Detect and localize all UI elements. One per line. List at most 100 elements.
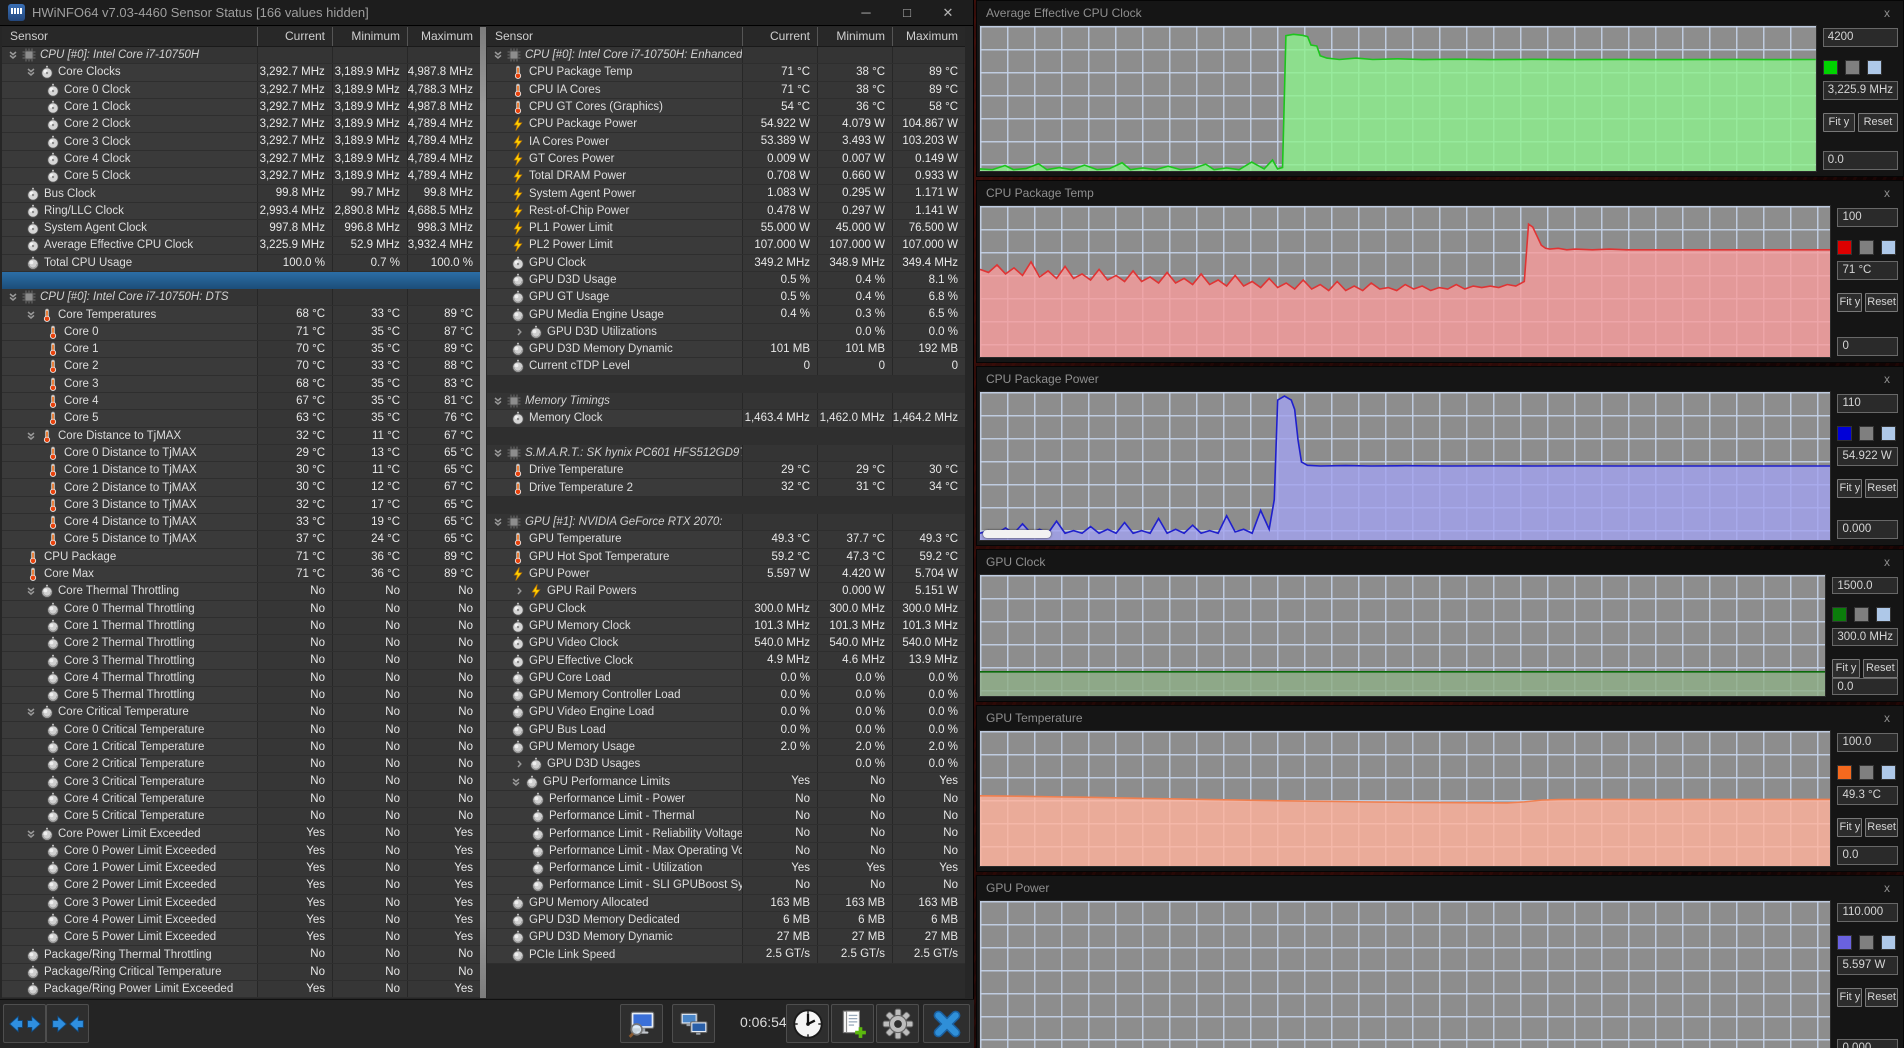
background-color-swatch[interactable]: [1844, 60, 1860, 75]
graph-titlebar[interactable]: Average Effective CPU Clock x: [977, 1, 1903, 25]
sensor-row[interactable]: Core 5 Thermal Throttling No No No: [2, 686, 480, 705]
close-sensors-button[interactable]: [923, 1004, 970, 1043]
fit-y-button[interactable]: Fit y: [1832, 658, 1860, 678]
y-max-box[interactable]: 100.0: [1837, 733, 1898, 752]
sensor-row[interactable]: Core 4 Clock 3,292.7 MHz 3,189.9 MHz 4,789.…: [2, 150, 480, 169]
sensor-row[interactable]: GPU Memory Controller Load 0.0 % 0.0 % 0.0 …: [487, 686, 965, 705]
graph-close-icon[interactable]: x: [1880, 372, 1894, 386]
sensor-row[interactable]: Core 2 70 °C 33 °C 88 °C: [2, 358, 480, 376]
graph-titlebar[interactable]: GPU Power x: [977, 876, 1903, 900]
graph-close-icon[interactable]: x: [1880, 186, 1894, 200]
sensor-row[interactable]: Performance Limit - Max Operating Vol...…: [487, 842, 965, 860]
sensor-row[interactable]: Core 4 Critical Temperature No No No: [2, 790, 480, 809]
sensor-row[interactable]: GPU Rail Powers 0.000 W 5.151 W: [487, 583, 965, 601]
sensor-row[interactable]: Total CPU Usage 100.0 % 0.7 % 100.0 %: [2, 254, 480, 272]
y-min-box[interactable]: 0.0: [1822, 151, 1898, 170]
grid-color-swatch[interactable]: [1881, 240, 1897, 255]
sensor-row[interactable]: Core 4 Power Limit Exceeded Yes No Yes: [2, 911, 480, 930]
sensor-row[interactable]: GPU D3D Usage 0.5 % 0.4 % 8.1 %: [487, 271, 965, 290]
sensor-row[interactable]: Performance Limit - Power No No No: [487, 790, 965, 809]
sensor-row[interactable]: GPU Video Engine Load 0.0 % 0.0 % 0.0 %: [487, 704, 965, 722]
sensor-row[interactable]: GPU GT Usage 0.5 % 0.4 % 6.8 %: [487, 289, 965, 307]
sensor-row[interactable]: Core 1 Power Limit Exceeded Yes No Yes: [2, 859, 480, 878]
sensor-row[interactable]: Core 2 Distance to TjMAX 30 °C 12 °C 67 °C: [2, 479, 480, 497]
sensor-row[interactable]: Core 3 Power Limit Exceeded Yes No Yes: [2, 894, 480, 912]
sensor-row[interactable]: Core 5 Distance to TjMAX 37 °C 24 °C 65 °C: [2, 531, 480, 549]
column-maximum[interactable]: Maximum: [407, 27, 480, 46]
sensor-row[interactable]: Core 0 Critical Temperature No No No: [2, 721, 480, 739]
column-sensor[interactable]: Sensor: [2, 27, 257, 46]
series-color-swatch[interactable]: [1822, 60, 1838, 75]
sensor-row[interactable]: Package/Ring Critical Temperature No No No: [2, 963, 480, 982]
sensor-row[interactable]: CPU GT Cores (Graphics) 54 °C 36 °C 58 °C: [487, 98, 965, 117]
y-max-box[interactable]: 100: [1837, 208, 1898, 227]
reset-button[interactable]: Reset: [1865, 479, 1898, 498]
sensor-row[interactable]: Total DRAM Power 0.708 W 0.660 W 0.933 W: [487, 168, 965, 186]
sensor-row[interactable]: GPU Power 5.597 W 4.420 W 5.704 W: [487, 565, 965, 584]
sensor-row[interactable]: Core 1 Clock 3,292.7 MHz 3,189.9 MHz 4,987.…: [2, 98, 480, 117]
reset-button[interactable]: Reset: [1865, 293, 1898, 312]
column-current[interactable]: Current: [742, 27, 817, 46]
sensor-row[interactable]: Core 4 Thermal Throttling No No No: [2, 669, 480, 687]
chevron-down-icon[interactable]: [26, 829, 36, 839]
sensor-row[interactable]: GPU Performance Limits Yes No Yes: [487, 773, 965, 791]
sensor-row[interactable]: GPU Memory Clock 101.3 MHz 101.3 MHz 101.3 …: [487, 617, 965, 636]
sensor-row[interactable]: Core 3 Distance to TjMAX 32 °C 17 °C 65 °C: [2, 496, 480, 515]
section-header-row[interactable]: GPU [#1]: NVIDIA GeForce RTX 2070:: [487, 514, 965, 532]
sensor-row[interactable]: System Agent Power 1.083 W 0.295 W 1.171 W: [487, 185, 965, 203]
series-color-swatch[interactable]: [1837, 935, 1853, 950]
y-min-box[interactable]: 0: [1837, 337, 1898, 356]
fit-y-button[interactable]: Fit y: [1837, 479, 1863, 498]
sensor-row[interactable]: PL2 Power Limit 107.000 W 107.000 W 107.000…: [487, 237, 965, 255]
sensor-row[interactable]: GPU Clock 300.0 MHz 300.0 MHz 300.0 MHz: [487, 600, 965, 618]
section-header-row[interactable]: CPU [#0]: Intel Core i7-10750H: DTS: [2, 289, 480, 307]
sensor-row[interactable]: GPU Core Load 0.0 % 0.0 % 0.0 %: [487, 669, 965, 687]
reset-button[interactable]: Reset: [1865, 818, 1898, 837]
report-log-button[interactable]: [831, 1004, 874, 1043]
sensor-row[interactable]: Core 0 Clock 3,292.7 MHz 3,189.9 MHz 4,788.…: [2, 81, 480, 99]
chevron-down-icon[interactable]: [493, 396, 503, 406]
sensor-row[interactable]: Core 5 Critical Temperature No No No: [2, 808, 480, 826]
y-max-box[interactable]: 1500.0: [1832, 577, 1898, 595]
sensor-row[interactable]: CPU Package Power 54.922 W 4.079 W 104.867 …: [487, 116, 965, 134]
grid-color-swatch[interactable]: [1881, 935, 1897, 950]
y-max-box[interactable]: 110: [1837, 394, 1898, 413]
clock-button[interactable]: [786, 1004, 829, 1043]
sensor-row[interactable]: Core 3 Critical Temperature No No No: [2, 773, 480, 791]
series-color-swatch[interactable]: [1837, 240, 1853, 255]
reset-button[interactable]: Reset: [1857, 113, 1899, 132]
sensor-row[interactable]: Core Temperatures 68 °C 33 °C 89 °C: [2, 306, 480, 324]
sensor-row[interactable]: GPU Video Clock 540.0 MHz 540.0 MHz 540.0 M…: [487, 635, 965, 653]
sensor-row[interactable]: GPU Effective Clock 4.9 MHz 4.6 MHz 13.9 MH…: [487, 652, 965, 670]
chevron-down-icon[interactable]: [26, 310, 36, 320]
minimize-button[interactable]: ─: [849, 2, 883, 24]
y-min-box[interactable]: 0.000: [1837, 520, 1898, 539]
sensor-row[interactable]: Core 2 Power Limit Exceeded Yes No Yes: [2, 877, 480, 895]
background-color-swatch[interactable]: [1854, 607, 1870, 623]
sensor-row[interactable]: GPU Hot Spot Temperature 59.2 °C 47.3 °C 59…: [487, 548, 965, 566]
series-color-swatch[interactable]: [1837, 426, 1853, 441]
sensor-row[interactable]: Core 2 Critical Temperature No No No: [2, 756, 480, 774]
grid-color-swatch[interactable]: [1876, 607, 1892, 623]
expand-columns-button[interactable]: [3, 1004, 46, 1043]
sensor-row[interactable]: Memory Clock 1,463.4 MHz 1,462.0 MHz 1,464.…: [487, 410, 965, 428]
background-color-swatch[interactable]: [1859, 935, 1875, 950]
column-current[interactable]: Current: [257, 27, 332, 46]
y-min-box[interactable]: 0.000: [1837, 1039, 1898, 1048]
column-minimum[interactable]: Minimum: [817, 27, 892, 46]
sensor-row[interactable]: Core Critical Temperature No No No: [2, 704, 480, 722]
chevron-down-icon[interactable]: [8, 292, 18, 302]
sensor-row[interactable]: Performance Limit - Reliability Voltage N…: [487, 825, 965, 843]
fit-y-button[interactable]: Fit y: [1822, 113, 1855, 132]
section-header-row[interactable]: CPU [#0]: Intel Core i7-10750H: Enhanced: [487, 47, 965, 65]
sensor-row[interactable]: Core Thermal Throttling No No No: [2, 583, 480, 601]
sensor-row[interactable]: Package/Ring Thermal Throttling No No No: [2, 946, 480, 964]
background-color-swatch[interactable]: [1859, 765, 1875, 780]
sensor-row[interactable]: PL1 Power Limit 55.000 W 45.000 W 76.500 W: [487, 219, 965, 238]
series-color-swatch[interactable]: [1837, 765, 1853, 780]
sensor-row[interactable]: Core 2 Thermal Throttling No No No: [2, 635, 480, 653]
sensor-row[interactable]: Average Effective CPU Clock 3,225.9 MHz 52…: [2, 237, 480, 255]
chevron-down-icon[interactable]: [26, 67, 36, 77]
chevron-down-icon[interactable]: [493, 448, 503, 458]
graph-close-icon[interactable]: x: [1880, 881, 1894, 895]
